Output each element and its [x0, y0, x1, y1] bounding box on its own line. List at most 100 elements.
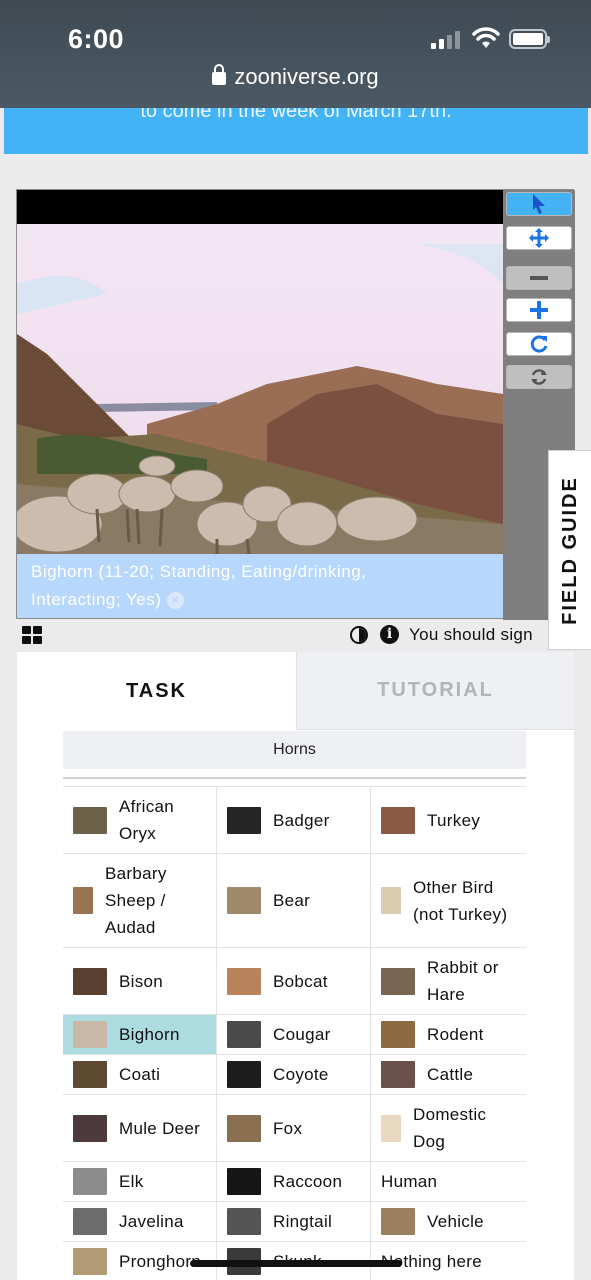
choice-label: Coati [119, 1061, 160, 1088]
tab-tutorial[interactable]: TUTORIAL [296, 652, 574, 730]
contrast-icon[interactable] [350, 626, 368, 644]
choice-elk[interactable]: Elk [63, 1162, 217, 1201]
zoom-out-button[interactable] [506, 266, 572, 290]
choice-human[interactable]: Human [371, 1162, 526, 1201]
image-letterbox [17, 190, 503, 224]
choice-label-line: Badger [273, 810, 330, 830]
info-icon[interactable]: i [380, 625, 399, 644]
choice-label-line: (not Turkey) [413, 904, 508, 924]
choice-rodent[interactable]: Rodent [371, 1015, 526, 1054]
subject-image[interactable] [17, 224, 503, 554]
choice-other-bird-not-turkey[interactable]: Other Bird (not Turkey) [371, 854, 526, 947]
choice-label-line: Coati [119, 1065, 161, 1084]
choice-bear[interactable]: Bear [217, 854, 371, 947]
choice-thumbnail [227, 1168, 261, 1195]
choice-label-line: Barbary [105, 864, 167, 883]
annotation-text-line2: Interacting; Yes) [31, 590, 162, 609]
choice-thumbnail [227, 887, 261, 914]
pointer-tool-button[interactable] [506, 192, 572, 216]
choice-domestic-dog[interactable]: Domestic Dog [371, 1095, 526, 1161]
choice-label: Other Bird (not Turkey) [413, 874, 507, 928]
announcement-banner: to come in the week of March 17th. [4, 108, 588, 154]
choice-bison[interactable]: Bison [63, 948, 217, 1014]
choice-vehicle[interactable]: Vehicle [371, 1202, 526, 1241]
task-panel: TASK TUTORIAL Horns African Oryx Badger Tur… [17, 652, 574, 1280]
choice-label: Domestic Dog [413, 1101, 486, 1155]
choice-javelina[interactable]: Javelina [63, 1202, 217, 1241]
choice-label: Bobcat [273, 968, 328, 995]
annotation-summary: Bighorn (11-20; Standing, Eating/drinkin… [17, 554, 503, 618]
choice-label-line: Raccoon [273, 1172, 343, 1191]
choice-label: Bighorn [119, 1021, 180, 1048]
choice-thumbnail [73, 1248, 107, 1275]
choice-label-line: Elk [119, 1172, 144, 1191]
filter-divider [63, 777, 526, 779]
choice-turkey[interactable]: Turkey [371, 787, 526, 853]
choice-row: Mule Deer Fox Domestic Dog [63, 1095, 526, 1162]
choice-thumbnail [381, 1114, 401, 1142]
choice-label-line: Bison [119, 971, 164, 991]
grid-view-icon[interactable] [22, 626, 42, 644]
choice-african-oryx[interactable]: African Oryx [63, 787, 217, 853]
choice-label-line: Pronghorn [119, 1252, 202, 1271]
lock-icon [212, 64, 227, 85]
choice-label-line: Bear [273, 891, 311, 910]
rotate-button[interactable] [506, 332, 572, 356]
choice-coati[interactable]: Coati [63, 1055, 217, 1094]
filter-horns-button[interactable]: Horns [63, 731, 526, 769]
choice-label-line: Javelina [119, 1212, 184, 1231]
choice-label: Pronghorn [119, 1248, 201, 1275]
choice-row: African Oryx Badger Turkey [63, 787, 526, 854]
choice-ringtail[interactable]: Ringtail [217, 1202, 371, 1241]
choice-barbary-sheep-audad[interactable]: Barbary Sheep / Audad [63, 854, 217, 947]
choice-mule-deer[interactable]: Mule Deer [63, 1095, 217, 1161]
choice-label: Vehicle [427, 1208, 484, 1235]
choice-cattle[interactable]: Cattle [371, 1055, 526, 1094]
battery-icon [509, 29, 550, 49]
choice-label-line: Dog [413, 1132, 446, 1151]
choice-fox[interactable]: Fox [217, 1095, 371, 1161]
annotation-text-line1: Bighorn (11-20; Standing, Eating/drinkin… [31, 562, 367, 581]
choice-thumbnail [381, 1208, 415, 1235]
choice-label: Rodent [427, 1021, 484, 1048]
choice-label-line: Coyote [273, 1065, 329, 1084]
choice-label-line: Domestic [413, 1105, 487, 1124]
choice-raccoon[interactable]: Raccoon [217, 1162, 371, 1201]
move-tool-button[interactable] [506, 226, 572, 250]
choice-label: African Oryx [119, 793, 174, 847]
tab-task[interactable]: TASK [17, 652, 296, 730]
choice-bighorn[interactable]: Bighorn [63, 1015, 217, 1054]
choice-label-line: Sheep / [105, 891, 166, 910]
field-guide-tab[interactable]: FIELD GUIDE [548, 450, 591, 650]
field-guide-label: FIELD GUIDE [558, 475, 581, 625]
choice-row: Coati Coyote Cattle [63, 1055, 526, 1095]
address-bar[interactable]: zooniverse.org [0, 64, 591, 90]
choice-row: Javelina Ringtail Vehicle [63, 1202, 526, 1242]
zoom-in-icon [530, 301, 548, 319]
remove-annotation-icon[interactable]: × [166, 592, 184, 610]
choice-label-line: Fox [273, 1118, 303, 1138]
reset-button[interactable] [506, 365, 572, 389]
choice-label-line: Rodent [427, 1025, 484, 1044]
choice-rabbit-or-hare[interactable]: Rabbit or Hare [371, 948, 526, 1014]
choice-bobcat[interactable]: Bobcat [217, 948, 371, 1014]
choice-label: Elk [119, 1168, 144, 1195]
choice-thumbnail [73, 1021, 107, 1048]
choice-label-line: Mule Deer [119, 1118, 201, 1138]
choice-thumbnail [227, 967, 261, 995]
choice-badger[interactable]: Badger [217, 787, 371, 853]
choice-label-line: Cougar [273, 1025, 331, 1044]
zoom-in-button[interactable] [506, 298, 572, 322]
rotate-icon [530, 335, 548, 353]
choice-row: Bighorn Cougar Rodent [63, 1015, 526, 1055]
choice-coyote[interactable]: Coyote [217, 1055, 371, 1094]
move-icon [529, 228, 549, 248]
choice-label: Cattle [427, 1061, 473, 1088]
choice-label-line: Bobcat [273, 971, 328, 991]
choice-row: Elk Raccoon Human [63, 1162, 526, 1202]
choice-cougar[interactable]: Cougar [217, 1015, 371, 1054]
choice-thumbnail [73, 806, 107, 834]
choice-label: Fox [273, 1115, 302, 1142]
choice-label: Coyote [273, 1061, 329, 1088]
choice-label-line: Ringtail [273, 1212, 333, 1231]
